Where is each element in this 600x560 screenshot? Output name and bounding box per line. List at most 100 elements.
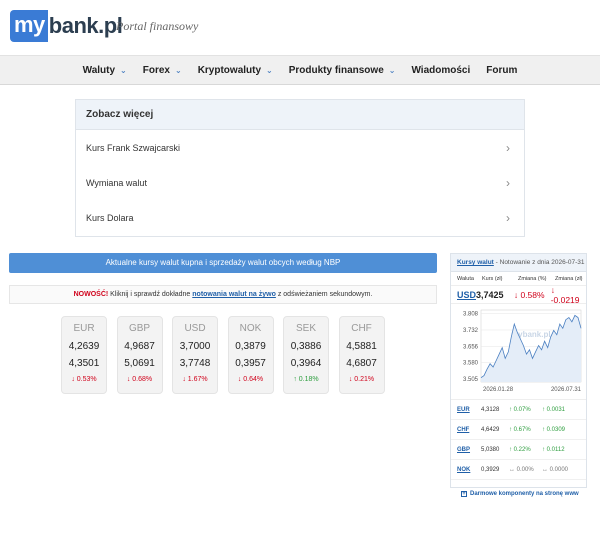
tile-change: ↓ 1.67% [182, 376, 208, 383]
tile-sell: 0,3964 [290, 358, 322, 369]
plus-icon: + [461, 491, 467, 497]
widget-title-link[interactable]: Kursy walut [457, 259, 494, 266]
site-tagline: Portal finansowy [116, 19, 199, 33]
logo-bank-text: bank.pl [48, 13, 123, 38]
rates-widget: Kursy walut - Notowanie z dnia 2026-07-3… [450, 253, 587, 488]
tile-sell: 4,6807 [346, 358, 377, 369]
col-currency: Waluta [457, 275, 474, 282]
widget-main-row: USD 3,7425 ↓ 0.58% ↓ -0.0219 [451, 284, 586, 305]
chevron-down-icon: ⌄ [120, 65, 127, 75]
see-more-title: Zobacz więcej [76, 100, 524, 130]
see-more-item[interactable]: Kurs Dolara › [76, 200, 524, 235]
widget-row-pct: ↑ 0.67% [509, 426, 531, 433]
tile-code: USD [184, 323, 206, 334]
chevron-down-icon: ⌄ [388, 65, 396, 75]
main-rate: 3,7425 [476, 289, 504, 300]
widget-row-code[interactable]: CHF [451, 427, 481, 433]
widget-row-chf: CHF 4,6429 ↑ 0.67% ↑ 0.0309 [451, 420, 586, 440]
see-more-item-label: Kurs Dolara [86, 212, 134, 223]
chart-y-tick-label: 3.656 [463, 344, 479, 350]
logo-my-text: my [10, 10, 48, 42]
widget-row-nok: NOK 0,3929 ↔ 0.00% ↔ 0.0000 [451, 460, 586, 480]
nav-item-2[interactable]: Kryptowaluty ⌄ [198, 65, 273, 76]
widget-row-rate: 0,3929 [481, 466, 500, 473]
nav-item-label: Produkty finansowe [288, 64, 384, 76]
nbp-rates-banner: Aktualne kursy walut kupna i sprzedaży w… [9, 253, 437, 273]
tile-change: ↓ 0.68% [126, 376, 153, 383]
chevron-right-icon: › [506, 175, 510, 190]
tile-buy: 4,9687 [124, 341, 155, 352]
nav-item-3[interactable]: Produkty finansowe ⌄ [289, 65, 396, 76]
nav-item-4[interactable]: Wiadomości [411, 65, 470, 76]
chevron-right-icon: › [506, 140, 510, 155]
nav-item-label: Kryptowaluty [197, 64, 262, 76]
tile-sell: 4,3501 [68, 358, 100, 369]
widget-row-abs: ↑ 0.0112 [542, 446, 565, 453]
free-components-label: Darmowe komponenty na stronę www [470, 491, 579, 497]
widget-row-rate: 4,6429 [481, 426, 500, 433]
see-more-item-label: Wymiana walut [86, 177, 147, 188]
tile-sell: 0,3957 [235, 358, 266, 369]
live-rates-notice: NOWOŚĆ! Kliknij i sprawdź dokładne notow… [9, 285, 437, 304]
widget-row-rate: 4,3128 [481, 406, 500, 413]
currency-tile-eur[interactable]: EUR 4,2639 4,3501 ↓ 0.53% [61, 316, 107, 394]
tile-sell: 3,7748 [179, 358, 211, 369]
nav-item-label: Wiadomości [411, 64, 471, 76]
chart-y-tick-label: 3.732 [463, 328, 479, 334]
widget-row-rate: 5,0380 [481, 446, 500, 453]
currency-tile-sek[interactable]: SEK 0,3886 0,3964 ↑ 0.18% [283, 316, 329, 394]
widget-row-code[interactable]: NOK [451, 467, 481, 473]
tile-change: ↓ 0.53% [71, 376, 97, 383]
tile-code: NOK [239, 323, 262, 334]
tile-code: EUR [73, 323, 95, 334]
nav-item-label: Forex [142, 64, 170, 76]
main-nav: Waluty ⌄ Forex ⌄ Kryptowaluty ⌄ Produkty finan… [0, 55, 600, 85]
live-rates-link[interactable]: notowania walut na żywo [192, 291, 276, 298]
widget-subtitle: - Notowanie z dnia 2026-07-31 [493, 259, 585, 266]
chart-y-tick-label: 3.505 [463, 377, 479, 383]
main-change-abs: ↓ -0.0219 [550, 284, 580, 305]
nav-item-label: Waluty [82, 64, 116, 76]
nav-item-1[interactable]: Forex ⌄ [143, 65, 182, 76]
notice-text-before: Kliknij i sprawdź dokładne [108, 291, 193, 298]
chart-y-tick-label: 3.808 [463, 312, 479, 318]
tile-buy: 4,5881 [346, 341, 377, 352]
widget-row-pct: ↑ 0.22% [509, 446, 531, 453]
see-more-item[interactable]: Kurs Frank Szwajcarski › [76, 130, 524, 165]
currency-tile-chf[interactable]: CHF 4,5881 4,6807 ↓ 0.21% [338, 316, 385, 394]
chart-y-tick-label: 3.580 [463, 361, 479, 367]
tile-change: ↑ 0.18% [293, 376, 319, 383]
main-change-pct: ↓ 0.58% [513, 289, 545, 300]
widget-row-eur: EUR 4,3128 ↑ 0.07% ↑ 0.0031 [451, 400, 586, 420]
tile-code: GBP [128, 323, 151, 334]
notice-new-label: NOWOŚĆ! [73, 291, 109, 298]
currency-tile-usd[interactable]: USD 3,7000 3,7748 ↓ 1.67% [172, 316, 218, 394]
tile-buy: 4,2639 [68, 341, 100, 352]
nav-item-0[interactable]: Waluty ⌄ [83, 65, 127, 76]
usd-chart: 3.505 3.580 3.656 3.732 3.808 mybank.pl 2026.0… [451, 304, 586, 400]
nav-item-5[interactable]: Forum [486, 65, 517, 76]
free-components-link[interactable]: + Darmowe komponenty na stronę www [461, 491, 579, 497]
tile-sell: 5,0691 [124, 358, 155, 369]
widget-row-abs: ↔ 0.0000 [542, 466, 569, 473]
main-currency-link[interactable]: USD [451, 290, 476, 300]
widget-row-code[interactable]: GBP [451, 447, 481, 453]
tile-change: ↓ 0.21% [348, 376, 375, 383]
tile-buy: 0,3879 [235, 341, 266, 352]
currency-tiles: EUR 4,2639 4,3501 ↓ 0.53% GBP 4,9687 5,0691 ↓ 0… [61, 316, 391, 394]
notice-text-after: z odświeżaniem sekundowym. [275, 291, 373, 298]
chart-x-tick-label: 2026.07.31 [551, 387, 582, 393]
currency-tile-nok[interactable]: NOK 0,3879 0,3957 ↓ 0.64% [227, 316, 274, 394]
widget-row-code[interactable]: EUR [451, 407, 481, 413]
usd-chart-svg: 3.5053.5803.6563.7323.808mybank.pl2026.0… [463, 309, 582, 393]
widget-header: Kursy walut - Notowanie z dnia 2026-07-3… [451, 254, 586, 272]
chevron-down-icon: ⌄ [174, 65, 182, 75]
tile-buy: 0,3886 [290, 341, 322, 352]
col-change-abs: Zmiana (zł) [555, 275, 583, 282]
currency-tile-gbp[interactable]: GBP 4,9687 5,0691 ↓ 0.68% [116, 316, 163, 394]
widget-row-pct: ↔ 0.00% [509, 466, 534, 473]
widget-row-pct: ↑ 0.07% [509, 406, 531, 413]
see-more-item[interactable]: Wymiana walut › [76, 165, 524, 200]
site-logo[interactable]: my bank.pl [10, 10, 123, 42]
see-more-box: Zobacz więcej Kurs Frank Szwajcarski › Wym… [75, 99, 525, 237]
